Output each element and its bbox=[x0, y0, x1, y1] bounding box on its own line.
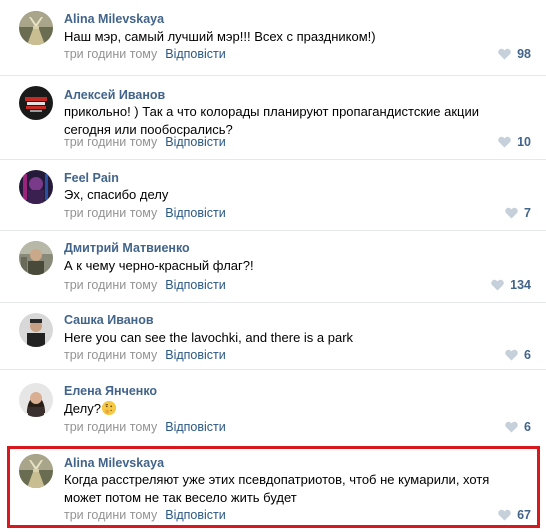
comment-author[interactable]: Елена Янченко bbox=[64, 384, 157, 398]
like-button[interactable]: 6 bbox=[505, 420, 531, 434]
comment-time[interactable]: три години тому bbox=[64, 348, 157, 362]
comment-meta: три години тому Відповісти bbox=[64, 206, 226, 220]
like-count: 7 bbox=[524, 206, 531, 220]
comment-text-body: Делу? bbox=[64, 401, 101, 416]
comment-meta: три години тому Відповісти bbox=[64, 348, 226, 362]
comment-text: А к чему черно-красный флаг?! bbox=[64, 258, 254, 273]
comment: Елена Янченко Делу? три години тому Відпо… bbox=[0, 370, 546, 446]
heart-icon bbox=[498, 48, 511, 60]
comment-time[interactable]: три години тому bbox=[64, 420, 157, 434]
like-button[interactable]: 6 bbox=[505, 348, 531, 362]
comment-time[interactable]: три години тому bbox=[64, 47, 157, 61]
comment-text: Наш мэр, самый лучший мэр!!! Всех с праз… bbox=[64, 29, 376, 44]
comment-time[interactable]: три години тому bbox=[64, 508, 157, 522]
heart-icon bbox=[505, 349, 518, 361]
comment-author[interactable]: Алексей Иванов bbox=[64, 88, 165, 102]
like-count: 67 bbox=[517, 508, 531, 522]
heart-icon bbox=[505, 421, 518, 433]
comment-author[interactable]: Дмитрий Матвиенко bbox=[64, 241, 190, 255]
reply-link[interactable]: Відповісти bbox=[165, 206, 226, 220]
avatar[interactable] bbox=[19, 241, 53, 275]
comment: Alina Milevskaya Наш мэр, самый лучший м… bbox=[0, 0, 546, 76]
comment: Алексей Иванов прикольно! ) Так а что ко… bbox=[0, 76, 546, 160]
comment: Сашка Иванов Here you can see the lavoch… bbox=[0, 303, 546, 370]
heart-icon bbox=[498, 136, 511, 148]
avatar[interactable] bbox=[19, 454, 53, 488]
comment-meta: три години тому Відповісти bbox=[64, 47, 226, 61]
reply-link[interactable]: Відповісти bbox=[165, 348, 226, 362]
heart-icon bbox=[498, 509, 511, 521]
reply-link[interactable]: Відповісти bbox=[165, 47, 226, 61]
comment-author[interactable]: Сашка Иванов bbox=[64, 313, 154, 327]
like-button[interactable]: 134 bbox=[491, 278, 531, 292]
like-button[interactable]: 7 bbox=[505, 206, 531, 220]
comment-meta: три години тому Відповісти bbox=[64, 420, 226, 434]
like-count: 134 bbox=[510, 278, 531, 292]
like-count: 6 bbox=[524, 348, 531, 362]
reply-link[interactable]: Відповісти bbox=[165, 278, 226, 292]
like-button[interactable]: 98 bbox=[498, 47, 531, 61]
comment-text: Эх, спасибо делу bbox=[64, 187, 169, 202]
comment-highlighted: Alina Milevskaya Когда расстреляют уже э… bbox=[0, 446, 546, 532]
like-count: 98 bbox=[517, 47, 531, 61]
heart-icon bbox=[505, 207, 518, 219]
comment-author[interactable]: Alina Milevskaya bbox=[64, 456, 164, 470]
reply-link[interactable]: Відповісти bbox=[165, 420, 226, 434]
like-count: 10 bbox=[517, 135, 531, 149]
comment-author[interactable]: Feel Pain bbox=[64, 171, 119, 185]
comment: Дмитрий Матвиенко А к чему черно-красный… bbox=[0, 231, 546, 303]
avatar[interactable] bbox=[19, 313, 53, 347]
avatar[interactable] bbox=[19, 11, 53, 45]
comment-text: прикольно! ) Так а что колорады планирую… bbox=[64, 104, 480, 137]
like-button[interactable]: 67 bbox=[498, 508, 531, 522]
comment-meta: три години тому Відповісти bbox=[64, 135, 226, 149]
comment: Feel Pain Эх, спасибо делу три години то… bbox=[0, 160, 546, 231]
thinking-face-emoji bbox=[101, 401, 116, 415]
heart-icon bbox=[491, 279, 504, 291]
comment-text: Here you can see the lavochki, and there… bbox=[64, 330, 354, 345]
avatar[interactable] bbox=[19, 383, 53, 417]
reply-link[interactable]: Відповісти bbox=[165, 508, 226, 522]
like-count: 6 bbox=[524, 420, 531, 434]
comment-text: Когда расстреляют уже этих псевдопатриот… bbox=[64, 472, 490, 505]
comment-time[interactable]: три години тому bbox=[64, 206, 157, 220]
comment-time[interactable]: три години тому bbox=[64, 278, 157, 292]
comment-meta: три години тому Відповісти bbox=[64, 508, 226, 522]
comment-meta: три години тому Відповісти bbox=[64, 278, 226, 292]
like-button[interactable]: 10 bbox=[498, 135, 531, 149]
comment-time[interactable]: три години тому bbox=[64, 135, 157, 149]
comment-text: Делу? bbox=[64, 400, 524, 418]
reply-link[interactable]: Відповісти bbox=[165, 135, 226, 149]
avatar[interactable] bbox=[19, 170, 53, 204]
comment-author[interactable]: Alina Milevskaya bbox=[64, 12, 164, 26]
avatar[interactable] bbox=[19, 86, 53, 120]
